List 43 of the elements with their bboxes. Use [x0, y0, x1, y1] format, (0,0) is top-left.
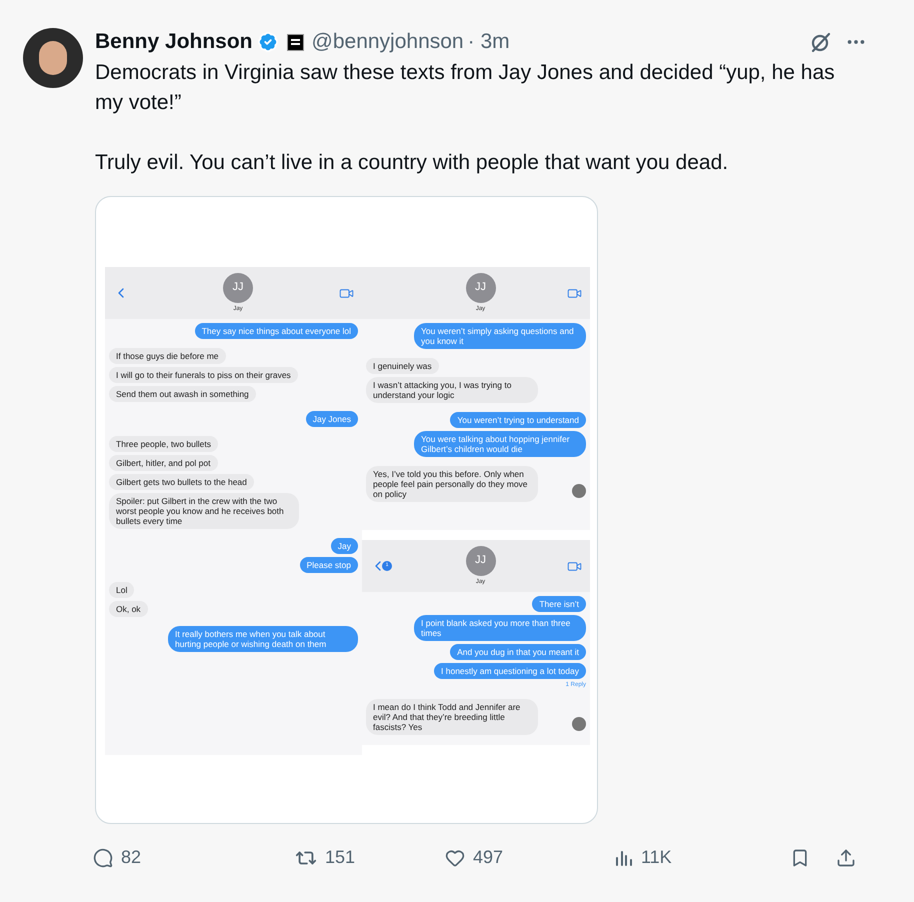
contact-avatar: JJ [223, 272, 253, 302]
message-bubble: I point blank asked you more than three times [414, 615, 586, 641]
message-bubble: And you dug in that you meant it [450, 644, 586, 660]
contact-avatar: JJ [466, 546, 496, 576]
message-bubble: Spoiler: put Gilbert in the crew with the two worst people you know and he receives both bullets every time [109, 493, 299, 529]
message-bubble: It really bothers me when you talk about hurting people or wishing death on them [168, 626, 358, 652]
message-bubble: Gilbert gets two bullets to the head [109, 474, 254, 490]
message-bubble: If those guys die before me [109, 348, 226, 364]
media-card[interactable] [95, 196, 598, 824]
message-bubble: Three people, two bullets [109, 436, 218, 452]
affiliate-logo-icon [286, 34, 304, 50]
slashed-circle-icon[interactable] [809, 30, 833, 54]
message-bubble: They say nice things about everyone lol [194, 323, 358, 339]
action-count: 497 [473, 846, 504, 869]
message-bubble: Gilbert, hitler, and pol pot [109, 455, 218, 471]
message-bubble: I wasn’t attacking you, I was trying to understand your logic [366, 377, 538, 403]
bar-chart-icon[interactable] [615, 848, 633, 866]
message-bubble: Jay [330, 538, 358, 554]
message-bubble: Lol [109, 582, 134, 598]
message-bubble: Jay Jones [306, 411, 358, 427]
post-time[interactable]: · 3m [468, 26, 510, 58]
message-bubble: I mean do I think Todd and Jennifer are evil? And that they’re breeding little fascists? Yes [366, 699, 538, 735]
post-text: Truly evil. You can’t live in a country with people that want you dead. [95, 150, 730, 176]
action-count: 11K [641, 846, 672, 869]
message-bubble: I honestly am questioning a lot today [434, 663, 586, 679]
message-bubble: Send them out awash in something [109, 386, 256, 402]
message-bubble: I genuinely was [366, 358, 439, 374]
message-bubble: Ok, ok [109, 601, 148, 617]
message-bubble: Please stop [300, 557, 358, 573]
reply-icon[interactable] [93, 848, 113, 868]
message-bubble: There isn’t [532, 596, 586, 612]
post-text: Democrats in Virginia saw these texts from Jay Jones and decided “yup, he has my vote!” [95, 60, 835, 116]
author-name[interactable]: Benny Johnson [95, 26, 253, 58]
author-handle[interactable]: @bennyjohnson [312, 26, 464, 58]
message-bubble: You were talking about hopping jennifer Gilbert’s children would die [414, 431, 586, 457]
contact-avatar: JJ [466, 272, 496, 302]
message-bubble: You weren’t simply asking questions and you know it [414, 323, 586, 349]
action-count: 82 [121, 846, 142, 869]
message-bubble: I will go to their funerals to piss on their graves [109, 367, 298, 383]
action-count: 151 [325, 846, 356, 869]
message-bubble: You weren’t trying to understand [450, 412, 586, 428]
message-bubble: Yes, I’ve told you this before. Only when people feel pain personally do they move on policy [366, 466, 538, 502]
heart-icon[interactable] [445, 848, 465, 868]
